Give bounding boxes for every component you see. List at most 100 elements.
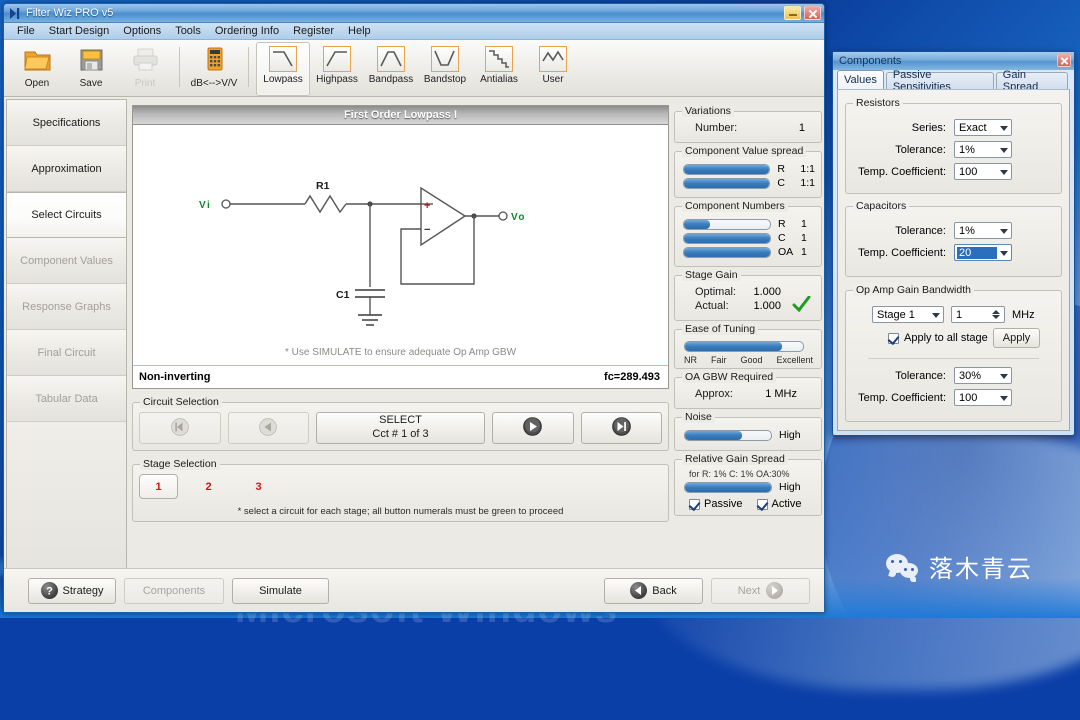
value-spread-title: Component Value spread xyxy=(682,145,806,157)
close-icon[interactable] xyxy=(1057,54,1071,67)
chevron-down-icon xyxy=(1000,374,1008,379)
resistors-temp-coefficient-value: 100 xyxy=(959,166,977,178)
active-checkbox-row[interactable]: Active xyxy=(757,498,802,510)
toolbar-button-antialias[interactable]: Antialias xyxy=(472,42,526,96)
spinner-up-icon[interactable] xyxy=(992,310,1000,314)
variations-group: Variations Number: 1 xyxy=(674,111,822,143)
sidebar-item-specifications[interactable]: Specifications xyxy=(7,100,126,146)
resistors-tolerance-select[interactable]: 1% xyxy=(954,141,1012,158)
menu-item-tools[interactable]: Tools xyxy=(168,24,208,38)
sidebar-item-component-values[interactable]: Component Values xyxy=(7,238,126,284)
ease-scale-fair: Fair xyxy=(711,355,727,365)
noise-title: Noise xyxy=(682,411,715,423)
components-button[interactable]: Components xyxy=(124,578,224,604)
schematic-panel: First Order Lowpass I xyxy=(132,105,669,389)
minimize-button[interactable] xyxy=(784,6,801,20)
components-dialog-titlebar[interactable]: Components xyxy=(833,52,1074,70)
svg-text:?: ? xyxy=(46,586,53,598)
toolbar-button-print[interactable]: Print xyxy=(118,42,172,96)
strategy-button[interactable]: ? Strategy xyxy=(28,578,116,604)
bandstop-filter-icon xyxy=(431,46,459,72)
stage-button-label: 3 xyxy=(255,481,261,493)
last-circuit-button[interactable] xyxy=(581,412,663,444)
tab-gain-spread[interactable]: Gain Spread xyxy=(996,72,1068,89)
schematic-canvas[interactable]: + − Vi Vo R1 C1 * Use SIMULATE to ensure… xyxy=(133,125,668,365)
sidebar-item-approximation[interactable]: Approximation xyxy=(7,146,126,192)
toolbar-label-user: User xyxy=(542,74,563,85)
window-title: Filter Wiz PRO v5 xyxy=(26,7,113,19)
passive-checkbox[interactable] xyxy=(689,499,700,510)
toolbar-button-user[interactable]: User xyxy=(526,42,580,96)
ease-scale-excellent: Excellent xyxy=(776,355,813,365)
simulate-button[interactable]: Simulate xyxy=(232,578,329,604)
toolbar-button-open[interactable]: Open xyxy=(10,42,64,96)
toolbar-button-lowpass[interactable]: Lowpass xyxy=(256,42,310,96)
toolbar-separator-1 xyxy=(179,47,180,87)
menu-item-help[interactable]: Help xyxy=(341,24,378,38)
component-numbers-name-c: C xyxy=(778,232,794,244)
values-tab-panel: Resistors Series: Exact Tolerance: 1% Te… xyxy=(837,89,1070,431)
stage-selection-note: * select a circuit for each stage; all b… xyxy=(139,506,662,517)
schematic-footer: Non-inverting fc=289.493 xyxy=(133,365,668,388)
menu-item-options[interactable]: Options xyxy=(116,24,168,38)
opamp-tolerance-select[interactable]: 30% xyxy=(954,367,1012,384)
toolbar-button-bandpass[interactable]: Bandpass xyxy=(364,42,418,96)
toolbar-button-bandstop[interactable]: Bandstop xyxy=(418,42,472,96)
toolbar-button-save[interactable]: Save xyxy=(64,42,118,96)
tab-passive-sensitivities[interactable]: Passive Sensitivities xyxy=(886,72,994,89)
watermark-text: 落木青云 xyxy=(929,549,1033,584)
toolbar-button-highpass[interactable]: Highpass xyxy=(310,42,364,96)
capacitors-temp-coefficient-select[interactable]: 20 xyxy=(954,244,1012,261)
tab-values[interactable]: Values xyxy=(837,70,884,89)
toolbar-label-save: Save xyxy=(80,78,103,89)
stage-button-1[interactable]: 1 xyxy=(139,474,178,499)
passive-checkbox-row[interactable]: Passive xyxy=(689,498,743,510)
bottom-toolbar: ? Strategy Components Simulate Back Next xyxy=(4,568,824,612)
stage-button-2[interactable]: 2 xyxy=(189,474,228,499)
next-circuit-button[interactable] xyxy=(492,412,574,444)
toolbar-button-db-vv[interactable]: dB<-->V/V xyxy=(187,42,241,96)
circuit-selection-title: Circuit Selection xyxy=(140,396,222,408)
strategy-label: Strategy xyxy=(63,585,104,597)
green-check-icon xyxy=(792,296,811,317)
step-forward-icon xyxy=(523,417,542,439)
select-circuit-button[interactable]: SELECT Cct # 1 of 3 xyxy=(316,412,485,444)
stage-button-3[interactable]: 3 xyxy=(239,474,278,499)
sidebar-item-select-circuits[interactable]: Select Circuits xyxy=(7,192,126,238)
previous-circuit-button[interactable] xyxy=(228,412,310,444)
active-checkbox[interactable] xyxy=(757,499,768,510)
capacitors-tolerance-select[interactable]: 1% xyxy=(954,222,1012,239)
spinner-down-icon[interactable] xyxy=(992,315,1000,319)
back-button[interactable]: Back xyxy=(604,578,703,604)
variations-row: Number: 1 xyxy=(681,121,815,135)
sidebar-item-label: Approximation xyxy=(31,163,101,175)
first-circuit-button[interactable] xyxy=(139,412,221,444)
relative-gain-spread-row: High xyxy=(684,481,815,493)
opamp-stage-select[interactable]: Stage 1 xyxy=(872,306,944,323)
sidebar-item-response-graphs[interactable]: Response Graphs xyxy=(7,284,126,330)
menu-item-file[interactable]: File xyxy=(10,24,42,38)
sidebar-item-final-circuit[interactable]: Final Circuit xyxy=(7,330,126,376)
next-button[interactable]: Next xyxy=(711,578,810,604)
noise-group: Noise High xyxy=(674,417,822,451)
ease-of-tuning-title: Ease of Tuning xyxy=(682,323,758,335)
opamp-gbw-input[interactable]: 1 xyxy=(951,306,1005,323)
resistors-temp-coefficient-select[interactable]: 100 xyxy=(954,163,1012,180)
window-titlebar[interactable]: Filter Wiz PRO v5 xyxy=(4,4,824,23)
menu-item-register[interactable]: Register xyxy=(286,24,341,38)
capacitors-tolerance-value: 1% xyxy=(959,225,975,237)
opamp-temp-coefficient-select[interactable]: 100 xyxy=(954,389,1012,406)
sidebar-item-label: Specifications xyxy=(33,117,101,129)
apply-all-checkbox[interactable] xyxy=(888,333,899,344)
resistors-series-row: Series: Exact xyxy=(850,119,1057,136)
component-numbers-value-c: 1 xyxy=(801,232,807,244)
stage-gain-optimal-label: Optimal: xyxy=(695,286,736,298)
relative-gain-spread-value: High xyxy=(779,481,801,493)
menu-item-ordering-info[interactable]: Ordering Info xyxy=(208,24,286,38)
close-button[interactable] xyxy=(804,6,821,20)
apply-button[interactable]: Apply xyxy=(993,328,1041,348)
sidebar-item-tabular-data[interactable]: Tabular Data xyxy=(7,376,126,422)
component-numbers-bar-r xyxy=(683,219,771,230)
menu-item-start-design[interactable]: Start Design xyxy=(42,24,117,38)
resistors-series-select[interactable]: Exact xyxy=(954,119,1012,136)
